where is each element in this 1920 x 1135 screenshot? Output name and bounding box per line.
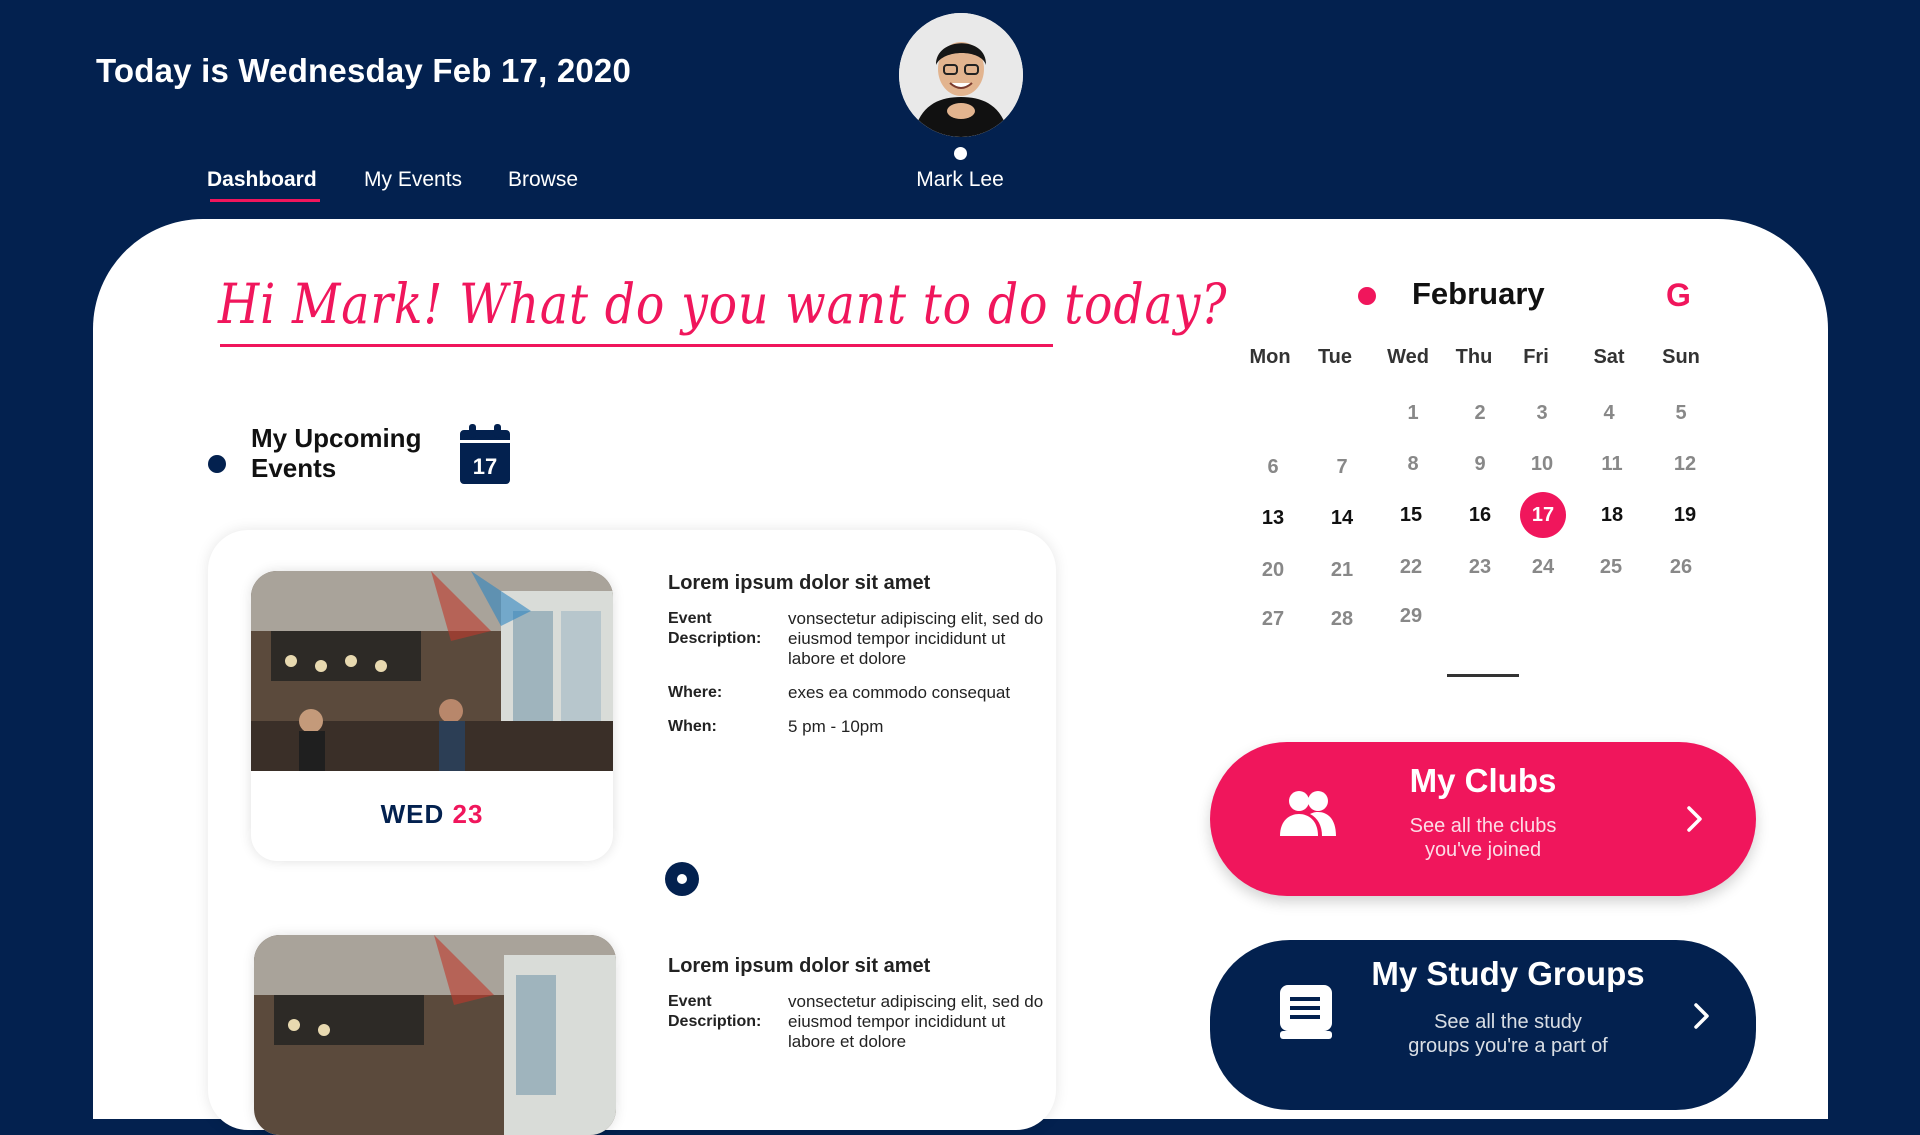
tab-dashboard[interactable]: Dashboard (207, 168, 317, 192)
avatar-illustration (899, 13, 1023, 137)
calendar-day[interactable]: 3 (1519, 390, 1565, 436)
calendar-day[interactable]: 19 (1662, 492, 1708, 538)
calendar-day[interactable]: 16 (1457, 492, 1503, 538)
event-day-number: 23 (452, 799, 484, 829)
event-title: Lorem ipsum dolor sit amet (668, 572, 931, 594)
my-study-groups-subtitle-line-2: groups you're a part of (1408, 1035, 1608, 1057)
event-when-row: When: 5 pm - 10pm (668, 717, 1048, 737)
event-day-name: WED (380, 799, 445, 829)
my-clubs-button[interactable]: My Clubs See all the clubs you've joined (1210, 742, 1756, 896)
google-icon[interactable]: G (1666, 277, 1691, 314)
timeline-dot (665, 862, 699, 896)
event-description: vonsectetur adipiscing elit, sed do eius… (788, 992, 1044, 1051)
event-description-row: Event Description: vonsectetur adipiscin… (668, 609, 1048, 669)
event-when: 5 pm - 10pm (788, 717, 884, 736)
calendar-day[interactable]: 27 (1250, 596, 1296, 642)
event-description-label: Event Description: (668, 993, 762, 1030)
active-tab-indicator (210, 199, 320, 202)
event-card-2[interactable] (254, 935, 616, 1135)
calendar-day[interactable]: 12 (1662, 441, 1708, 487)
weekday-mon: Mon (1249, 346, 1291, 368)
calendar-day[interactable]: 8 (1390, 441, 1436, 487)
chevron-right-icon (1687, 806, 1702, 832)
section-bullet (208, 455, 226, 473)
my-clubs-title: My Clubs (1409, 762, 1557, 799)
event-where-row: Where: exes ea commodo consequat (668, 683, 1048, 703)
date-title: Today is Wednesday Feb 17, 2020 (96, 52, 632, 89)
calendar-day[interactable]: 5 (1658, 390, 1704, 436)
event-title: Lorem ipsum dolor sit amet (668, 955, 931, 977)
my-clubs-subtitle-line-1: See all the clubs (1409, 815, 1557, 837)
greeting-underline (220, 344, 1053, 347)
event-info-1: Lorem ipsum dolor sit amet Event Descrip… (668, 572, 1048, 751)
calendar-day[interactable]: 1 (1390, 390, 1436, 436)
event-photo-2 (254, 935, 616, 1135)
calendar-divider (1447, 674, 1519, 677)
calendar-day[interactable]: 29 (1388, 593, 1434, 639)
calendar-day[interactable]: 2 (1457, 390, 1503, 436)
tab-browse[interactable]: Browse (508, 168, 578, 192)
event-description-row: Event Description: vonsectetur adipiscin… (668, 992, 1048, 1052)
calendar-icon-day: 17 (473, 454, 497, 479)
calendar-day[interactable]: 20 (1250, 547, 1296, 593)
calendar-day[interactable]: 10 (1519, 441, 1565, 487)
event-where-label: Where: (668, 684, 723, 701)
calendar-day[interactable]: 25 (1588, 544, 1634, 590)
weekday-sat: Sat (1593, 346, 1625, 368)
calendar-day[interactable]: 14 (1319, 495, 1365, 541)
event-date-1: WED 23 (251, 771, 613, 861)
calendar-day[interactable]: 15 (1388, 492, 1434, 538)
event-photo-1 (251, 571, 613, 771)
calendar-day[interactable]: 7 (1319, 444, 1365, 490)
calendar-day-today[interactable]: 17 (1520, 492, 1566, 538)
calendar-icon: 17 (460, 424, 510, 484)
upcoming-events-title: My Upcoming Events (251, 423, 422, 483)
weekday-thu: Thu (1455, 346, 1493, 368)
month-indicator-dot (1358, 287, 1376, 305)
calendar-day[interactable]: 26 (1658, 544, 1704, 590)
calendar-day[interactable]: 21 (1319, 547, 1365, 593)
user-avatar[interactable] (899, 13, 1023, 137)
my-study-groups-button[interactable]: My Study Groups See all the study groups… (1210, 940, 1756, 1110)
event-description-label: Event Description: (668, 610, 762, 647)
calendar-day[interactable]: 6 (1250, 444, 1296, 490)
calendar-day[interactable]: 4 (1586, 390, 1632, 436)
calendar-month: February (1412, 276, 1545, 311)
greeting-heading: Hi Mark! What do you want to do today? (218, 272, 1228, 336)
event-description: vonsectetur adipiscing elit, sed do eius… (788, 609, 1044, 668)
tab-my-events[interactable]: My Events (364, 168, 462, 192)
user-name: Mark Lee (916, 168, 1004, 191)
calendar-day[interactable]: 22 (1388, 544, 1434, 590)
calendar-day[interactable]: 23 (1457, 544, 1503, 590)
event-info-2: Lorem ipsum dolor sit amet Event Descrip… (668, 955, 1048, 1066)
calendar-day[interactable]: 13 (1250, 495, 1296, 541)
avatar-status-dot (954, 147, 967, 160)
calendar-day[interactable]: 24 (1520, 544, 1566, 590)
my-study-groups-title: My Study Groups (1371, 955, 1645, 992)
calendar-day[interactable]: 28 (1319, 596, 1365, 642)
weekday-sun: Sun (1662, 346, 1700, 368)
event-when-label: When: (668, 718, 717, 735)
weekday-fri: Fri (1523, 346, 1549, 368)
calendar-day[interactable]: 11 (1589, 441, 1635, 487)
calendar-day[interactable]: 18 (1589, 492, 1635, 538)
chevron-right-icon (1694, 1003, 1709, 1029)
event-where: exes ea commodo consequat (788, 683, 1011, 702)
weekday-tue: Tue (1317, 346, 1353, 368)
my-clubs-subtitle-line-2: you've joined (1424, 839, 1542, 861)
calendar-day[interactable]: 9 (1457, 441, 1503, 487)
weekday-wed: Wed (1387, 346, 1429, 368)
event-card-1[interactable]: WED 23 (251, 571, 613, 861)
